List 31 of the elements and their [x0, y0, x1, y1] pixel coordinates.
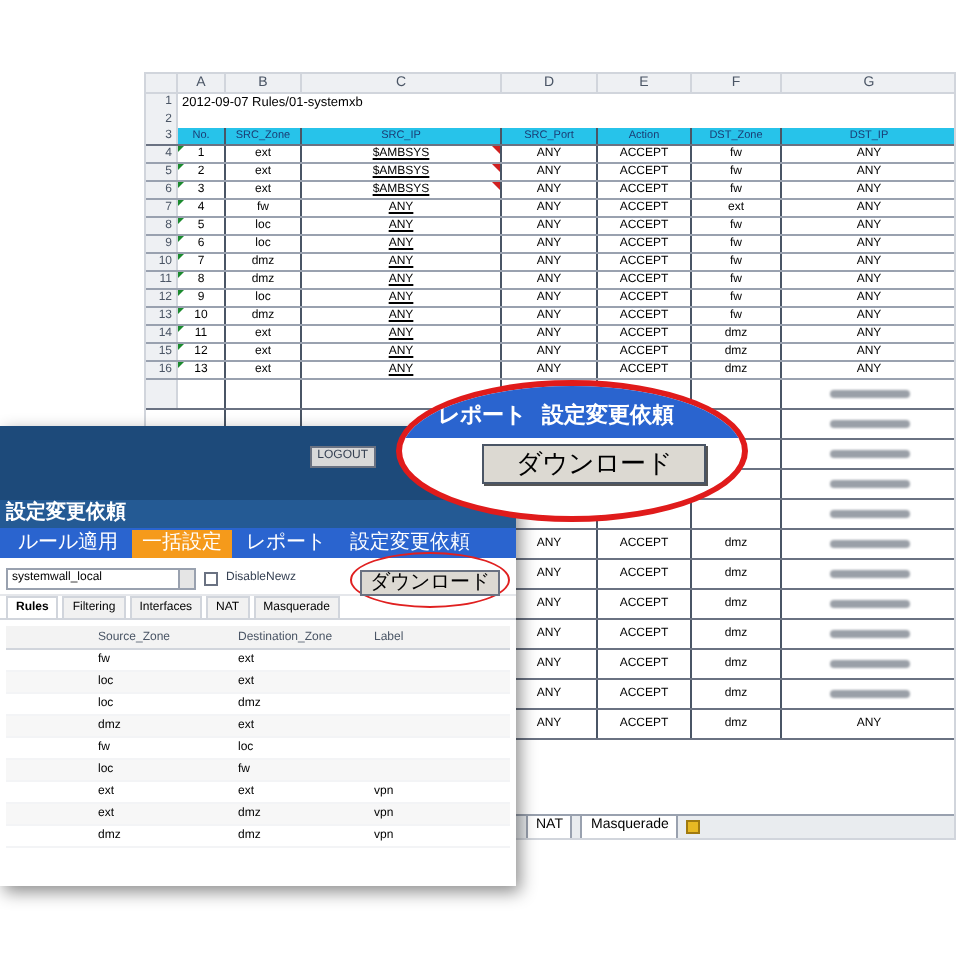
error-marker-icon [178, 290, 184, 296]
redacted-text [829, 540, 909, 548]
download-button[interactable]: ダウンロード [482, 444, 706, 484]
redacted-text [829, 690, 909, 698]
page-title: 設定変更依頼 [6, 502, 126, 526]
error-marker-icon [178, 146, 184, 152]
redacted-text [829, 630, 909, 638]
error-marker-icon [178, 308, 184, 314]
nav-tab[interactable]: 設定変更依頼 [542, 399, 674, 432]
checkbox[interactable] [204, 572, 218, 586]
error-marker-icon [178, 362, 184, 368]
error-marker-icon [178, 236, 184, 242]
nav-tab[interactable]: レポート [438, 399, 526, 432]
insert-sheet-icon[interactable] [686, 820, 701, 834]
error-marker-icon [178, 200, 184, 206]
error-marker-icon [178, 326, 184, 332]
redacted-text [829, 660, 909, 668]
error-marker-icon [178, 182, 184, 188]
redacted-text [829, 600, 909, 608]
redacted-text [829, 480, 909, 488]
error-marker-icon [178, 344, 184, 350]
redacted-text [829, 450, 909, 458]
redacted-text [829, 510, 909, 518]
redacted-text [829, 420, 909, 428]
error-marker-icon [178, 254, 184, 260]
error-marker-icon [178, 164, 184, 170]
redacted-text [829, 390, 909, 398]
error-marker-icon [178, 218, 184, 224]
redacted-text [829, 570, 909, 578]
download-button[interactable]: ダウンロード [360, 569, 500, 595]
error-marker-icon [178, 272, 184, 278]
